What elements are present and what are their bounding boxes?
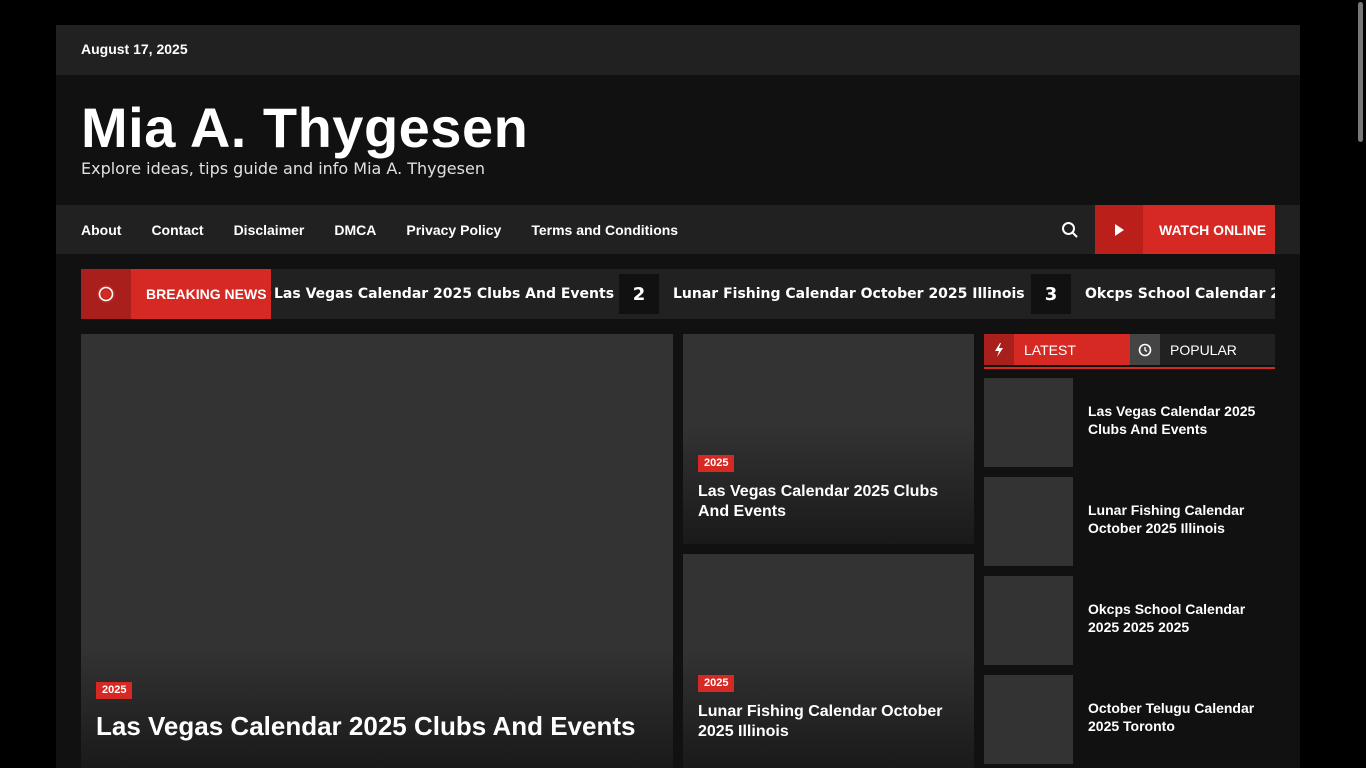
tab-popular-label: POPULAR [1170, 341, 1237, 358]
sidebar-post-title[interactable]: October Telugu Calendar 2025 Toronto [1088, 699, 1263, 735]
post-thumbnail[interactable] [984, 675, 1073, 764]
page-scrollbar[interactable] [1356, 0, 1366, 768]
sidebar-post[interactable]: Las Vegas Calendar 2025 Clubs And Events [984, 378, 1275, 467]
sidebar-post-title[interactable]: Lunar Fishing Calendar October 2025 Illi… [1088, 501, 1263, 537]
bolt-icon [984, 334, 1014, 365]
ticker-title: Okcps School Calendar 2025 2025 2025 [1085, 286, 1275, 302]
featured-post-side[interactable]: 2025 Las Vegas Calendar 2025 Clubs And E… [683, 334, 974, 544]
scrollbar-thumb[interactable] [1358, 2, 1363, 142]
category-badge[interactable]: 2025 [96, 682, 133, 699]
nav-item-dmca[interactable]: DMCA [334, 222, 376, 238]
nav-item-disclaimer[interactable]: Disclaimer [234, 222, 305, 238]
featured-post-title[interactable]: Las Vegas Calendar 2025 Clubs And Events [96, 709, 666, 743]
clock-icon [1130, 334, 1160, 365]
breaking-news-bar: BREAKING NEWS Las Vegas Calendar 2025 Cl… [81, 269, 1275, 319]
tab-latest-label: LATEST [1024, 341, 1076, 358]
sidebar-post-title[interactable]: Las Vegas Calendar 2025 Clubs And Events [1088, 402, 1263, 438]
ticker-item[interactable]: Las Vegas Calendar 2025 Clubs And Events [274, 269, 614, 319]
post-thumbnail[interactable] [984, 477, 1073, 566]
featured-post-main[interactable]: 2025 Las Vegas Calendar 2025 Clubs And E… [81, 334, 673, 768]
watch-online-button[interactable]: WATCH ONLINE [1095, 205, 1275, 254]
sidebar-post-title[interactable]: Okcps School Calendar 2025 2025 2025 [1088, 600, 1263, 636]
breaking-news-tag: BREAKING NEWS [81, 269, 271, 319]
top-bar: August 17, 2025 [56, 25, 1300, 75]
sidebar-tabs: LATEST POPULAR [984, 334, 1275, 369]
category-badge[interactable]: 2025 [698, 675, 735, 692]
breaking-news-label: BREAKING NEWS [146, 286, 267, 302]
ticker-item[interactable]: 3 Okcps School Calendar 2025 2025 2025 [1031, 269, 1275, 319]
featured-post-side[interactable]: 2025 Lunar Fishing Calendar October 2025… [683, 554, 974, 768]
sidebar-post[interactable]: Okcps School Calendar 2025 2025 2025 [984, 576, 1275, 665]
ticker-title: Lunar Fishing Calendar October 2025 Illi… [673, 286, 1025, 302]
post-thumbnail[interactable] [984, 576, 1073, 665]
current-date: August 17, 2025 [81, 41, 188, 57]
main-nav: About Contact Disclaimer DMCA Privacy Po… [56, 205, 1300, 254]
ticker-number: 2 [619, 274, 659, 314]
category-badge[interactable]: 2025 [698, 455, 735, 472]
tab-latest[interactable]: LATEST [984, 334, 1130, 365]
tab-popular[interactable]: POPULAR [1130, 334, 1275, 365]
nav-item-contact[interactable]: Contact [151, 222, 203, 238]
ticker-number: 3 [1031, 274, 1071, 314]
nav-item-terms[interactable]: Terms and Conditions [531, 222, 678, 238]
page-container: August 17, 2025 Mia A. Thygesen Explore … [56, 25, 1300, 768]
search-icon[interactable] [1059, 219, 1081, 241]
sidebar-post[interactable]: October Telugu Calendar 2025 Toronto [984, 675, 1275, 764]
site-tagline: Explore ideas, tips guide and info Mia A… [81, 159, 485, 178]
watch-online-label: WATCH ONLINE [1159, 221, 1267, 238]
image-overlay [81, 648, 673, 768]
featured-post-title[interactable]: Las Vegas Calendar 2025 Clubs And Events [698, 482, 968, 522]
ticker-title: Las Vegas Calendar 2025 Clubs And Events [274, 286, 615, 302]
record-icon [81, 269, 131, 319]
sidebar-post[interactable]: Lunar Fishing Calendar October 2025 Illi… [984, 477, 1275, 566]
featured-post-title[interactable]: Lunar Fishing Calendar October 2025 Illi… [698, 702, 968, 742]
nav-item-about[interactable]: About [81, 222, 121, 238]
post-thumbnail[interactable] [984, 378, 1073, 467]
nav-item-privacy-policy[interactable]: Privacy Policy [406, 222, 501, 238]
site-title[interactable]: Mia A. Thygesen [81, 95, 528, 161]
ticker-item[interactable]: 2 Lunar Fishing Calendar October 2025 Il… [619, 269, 1025, 319]
play-icon [1095, 205, 1143, 254]
nav-menu: About Contact Disclaimer DMCA Privacy Po… [81, 205, 708, 254]
